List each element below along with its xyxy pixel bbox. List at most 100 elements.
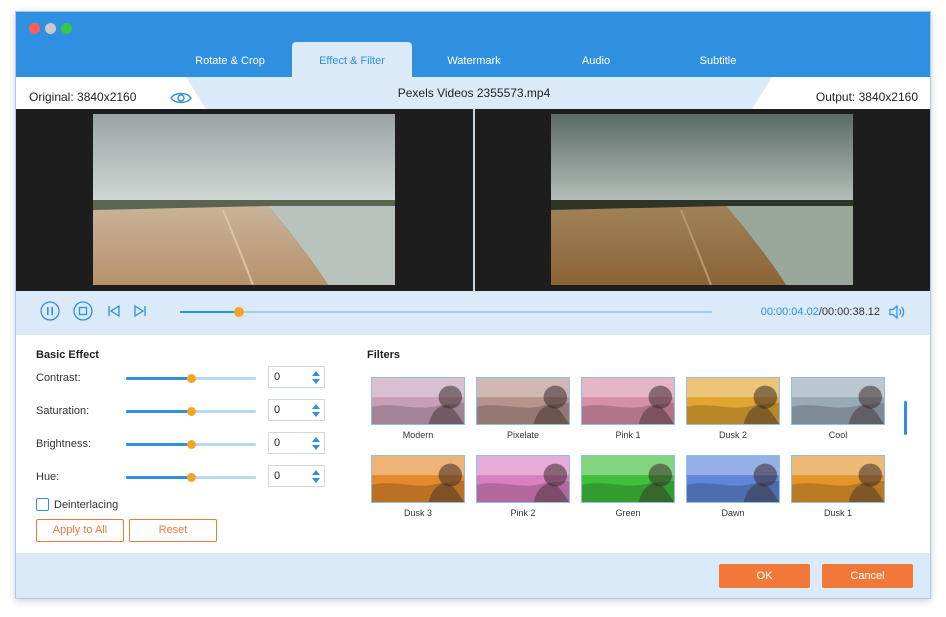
- output-video-frame: [551, 114, 853, 285]
- progress-fill: [180, 311, 239, 313]
- hue-slider-handle[interactable]: [187, 473, 196, 482]
- deinterlacing-label: Deinterlacing: [54, 499, 119, 511]
- saturation-stepper[interactable]: 0: [268, 399, 325, 421]
- preview-divider: [473, 109, 475, 291]
- contrast-slider-handle[interactable]: [187, 374, 196, 383]
- filter-name: Dusk 1: [823, 508, 852, 518]
- volume-icon[interactable]: [888, 304, 906, 320]
- hue-decrement-icon[interactable]: [312, 478, 320, 483]
- total-time: /00:00:38.12: [818, 306, 880, 318]
- contrast-slider[interactable]: [126, 374, 256, 383]
- filter-item-dusk-3[interactable]: Dusk 3: [371, 455, 465, 518]
- deinterlacing-checkbox[interactable]: [36, 498, 49, 511]
- brightness-decrement-icon[interactable]: [312, 445, 320, 450]
- filter-name: Dusk 3: [403, 508, 432, 518]
- current-time: 00:00:04.02: [760, 306, 819, 318]
- filters-scrollbar[interactable]: [904, 401, 907, 435]
- filter-item-dusk-1[interactable]: Dusk 1: [791, 455, 885, 518]
- brightness-stepper[interactable]: 0: [268, 432, 325, 454]
- playback-controls: 00:00:04.02/00:00:38.12: [16, 291, 930, 335]
- saturation-decrement-icon[interactable]: [312, 412, 320, 417]
- tab-subtitle[interactable]: Subtitle: [658, 42, 778, 77]
- tab-watermark[interactable]: Watermark: [414, 42, 534, 77]
- tab-audio[interactable]: Audio: [536, 42, 656, 77]
- basic-effect-title: Basic Effect: [36, 349, 99, 361]
- contrast-stepper[interactable]: 0: [268, 366, 325, 388]
- saturation-slider[interactable]: [126, 407, 256, 416]
- apply-to-all-button[interactable]: Apply to All: [36, 519, 124, 542]
- filter-name: Dawn: [721, 508, 745, 518]
- effect-filter-window: Rotate & Crop Effect & Filter Watermark …: [15, 11, 931, 599]
- filter-name: Pink 1: [615, 430, 641, 440]
- ok-button[interactable]: OK: [719, 564, 810, 588]
- filter-item-pink-1[interactable]: Pink 1: [581, 377, 675, 440]
- filter-item-green[interactable]: Green: [581, 455, 675, 518]
- contrast-value[interactable]: 0: [274, 371, 280, 383]
- time-display: 00:00:04.02/00:00:38.12: [761, 306, 880, 318]
- contrast-increment-icon[interactable]: [312, 371, 320, 376]
- filter-thumbnail[interactable]: [686, 455, 780, 503]
- reset-button[interactable]: Reset: [129, 519, 217, 542]
- saturation-label: Saturation:: [36, 405, 90, 417]
- hue-label: Hue:: [36, 471, 60, 483]
- zoom-window-button[interactable]: [61, 23, 72, 34]
- previous-frame-icon[interactable]: [104, 301, 124, 321]
- contrast-slider-fill: [126, 377, 191, 380]
- hue-slider-fill: [126, 476, 191, 479]
- output-preview: [551, 114, 853, 285]
- progress-bar[interactable]: [180, 307, 712, 317]
- preview-area: [16, 109, 930, 291]
- filter-item-modern[interactable]: Modern: [371, 377, 465, 440]
- filter-thumbnail[interactable]: [791, 455, 885, 503]
- brightness-slider-handle[interactable]: [187, 440, 196, 449]
- filter-name: Cool: [828, 430, 848, 440]
- brightness-label: Brightness:: [36, 438, 92, 450]
- output-resolution: Output: 3840x2160: [815, 90, 918, 104]
- brightness-slider-fill: [126, 443, 191, 446]
- filters-title: Filters: [367, 349, 401, 361]
- filter-name: Green: [615, 508, 641, 518]
- hue-increment-icon[interactable]: [312, 470, 320, 475]
- filter-name: Dusk 2: [718, 430, 747, 440]
- stop-icon[interactable]: [73, 301, 93, 321]
- filter-thumbnail[interactable]: [791, 377, 885, 425]
- minimize-window-button[interactable]: [45, 23, 56, 34]
- filter-thumbnail[interactable]: [686, 377, 780, 425]
- filter-thumbnail[interactable]: [371, 377, 465, 425]
- brightness-slider[interactable]: [126, 440, 256, 449]
- hue-value[interactable]: 0: [274, 470, 280, 482]
- filter-item-dusk-2[interactable]: Dusk 2: [686, 377, 780, 440]
- saturation-slider-fill: [126, 410, 191, 413]
- dialog-footer: OK Cancel: [16, 553, 930, 598]
- pause-icon[interactable]: [40, 301, 60, 321]
- filter-thumbnail[interactable]: [581, 455, 675, 503]
- saturation-increment-icon[interactable]: [312, 404, 320, 409]
- filter-item-pixelate[interactable]: Pixelate: [476, 377, 570, 440]
- brightness-increment-icon[interactable]: [312, 437, 320, 442]
- file-name: Pexels Videos 2355573.mp4: [397, 86, 551, 100]
- filter-thumbnail[interactable]: [371, 455, 465, 503]
- filter-item-dawn[interactable]: Dawn: [686, 455, 780, 518]
- progress-handle[interactable]: [233, 307, 244, 317]
- saturation-slider-handle[interactable]: [187, 407, 196, 416]
- saturation-value[interactable]: 0: [274, 404, 280, 416]
- contrast-decrement-icon[interactable]: [312, 379, 320, 384]
- cancel-button[interactable]: Cancel: [822, 564, 913, 588]
- filter-item-cool[interactable]: Cool: [791, 377, 885, 440]
- info-bar: Original: 3840x2160 Pexels Videos 235557…: [16, 77, 930, 109]
- filter-name: Pixelate: [506, 430, 540, 440]
- tab-effect-filter[interactable]: Effect & Filter: [292, 42, 412, 77]
- filter-thumbnail[interactable]: [581, 377, 675, 425]
- filter-item-pink-2[interactable]: Pink 2: [476, 455, 570, 518]
- hue-slider[interactable]: [126, 473, 256, 482]
- effect-panel: Basic Effect Contrast: 0 Saturation: 0 B…: [16, 335, 930, 553]
- filter-thumbnail[interactable]: [476, 377, 570, 425]
- filter-thumbnail[interactable]: [476, 455, 570, 503]
- tab-rotate-crop[interactable]: Rotate & Crop: [170, 42, 290, 77]
- contrast-label: Contrast:: [36, 372, 81, 384]
- close-window-button[interactable]: [29, 23, 40, 34]
- hue-stepper[interactable]: 0: [268, 465, 325, 487]
- next-frame-icon[interactable]: [130, 301, 150, 321]
- brightness-value[interactable]: 0: [274, 437, 280, 449]
- original-video-frame: [93, 114, 395, 285]
